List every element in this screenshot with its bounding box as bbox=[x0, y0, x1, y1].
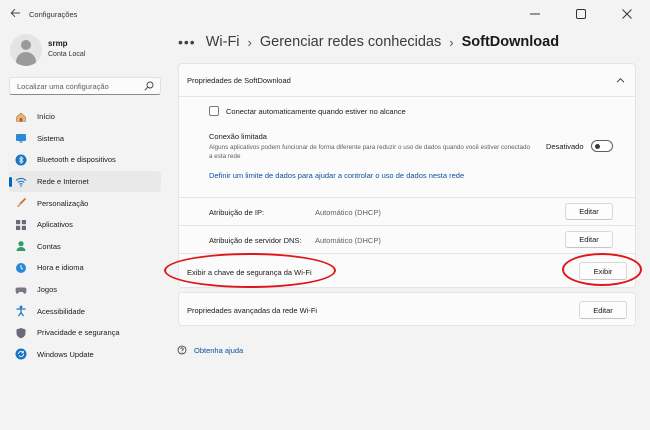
get-help-link[interactable]: Obtenha ajuda bbox=[177, 345, 243, 355]
page-title: SoftDownload bbox=[461, 34, 560, 50]
help-icon bbox=[177, 345, 187, 355]
maximize-button[interactable] bbox=[558, 0, 604, 28]
close-button[interactable] bbox=[604, 0, 650, 28]
sidebar-item-inicio[interactable]: Início bbox=[9, 106, 161, 128]
sidebar-item-label: Acessibilidade bbox=[37, 306, 85, 316]
metered-connection-title: Conexão limitada bbox=[209, 132, 267, 141]
sidebar-item-acessibilidade[interactable]: Acessibilidade bbox=[9, 300, 161, 322]
update-icon bbox=[15, 348, 27, 360]
edit-dns-button[interactable]: Editar bbox=[565, 231, 613, 248]
security-key-label: Exibir a chave de segurança da Wi-Fi bbox=[187, 268, 312, 277]
brush-icon bbox=[15, 197, 27, 209]
sidebar-item-label: Contas bbox=[37, 241, 61, 251]
globe-clock-icon bbox=[15, 262, 27, 274]
sidebar-item-contas[interactable]: Contas bbox=[9, 236, 161, 258]
breadcrumb-item-known-networks[interactable]: Gerenciar redes conhecidas bbox=[260, 34, 441, 50]
sidebar-item-privacidade[interactable]: Privacidade e segurança bbox=[9, 322, 161, 344]
auto-connect-checkbox[interactable] bbox=[209, 106, 219, 116]
chevron-up-icon bbox=[616, 78, 625, 83]
accessibility-icon bbox=[15, 305, 27, 317]
sidebar-item-bluetooth[interactable]: Bluetooth e dispositivos bbox=[9, 149, 161, 171]
metered-connection-toggle[interactable] bbox=[591, 140, 613, 152]
search-input[interactable]: Localizar uma configuração bbox=[9, 77, 161, 95]
edit-ip-button[interactable]: Editar bbox=[565, 203, 613, 220]
settings-window: Configurações srmp Conta Local Localizar… bbox=[0, 0, 650, 430]
back-arrow-icon bbox=[9, 8, 20, 18]
avatar bbox=[10, 34, 42, 66]
sidebar-item-jogos[interactable]: Jogos bbox=[9, 279, 161, 301]
search-icon bbox=[144, 81, 154, 91]
edit-advanced-button[interactable]: Editar bbox=[579, 301, 627, 319]
network-properties-card: Propriedades de SoftDownload Conectar au… bbox=[178, 63, 636, 288]
sidebar-item-label: Hora e idioma bbox=[37, 263, 84, 273]
sidebar-item-label: Aplicativos bbox=[37, 220, 73, 230]
chevron-right-icon: › bbox=[247, 34, 252, 50]
sidebar-item-rede-internet[interactable]: Rede e Internet bbox=[9, 170, 161, 193]
chevron-right-icon: › bbox=[449, 34, 454, 50]
sidebar-item-label: Sistema bbox=[37, 133, 65, 143]
breadcrumb: ••• Wi-Fi › Gerenciar redes conhecidas ›… bbox=[178, 32, 559, 52]
minimize-button[interactable] bbox=[512, 0, 558, 28]
window-controls bbox=[512, 0, 650, 28]
ip-assignment-row: Atribuição de IP: Automático (DHCP) Edit… bbox=[179, 197, 635, 225]
security-key-row: Exibir a chave de segurança da Wi-Fi Exi… bbox=[179, 253, 635, 289]
toggle-knob bbox=[594, 143, 600, 149]
auto-connect-row: Conectar automaticamente quando estiver … bbox=[209, 106, 406, 116]
data-limit-link[interactable]: Definir um limite de dados para ajudar a… bbox=[209, 171, 464, 180]
apps-icon bbox=[15, 219, 27, 231]
advanced-properties-label: Propriedades avançadas da rede Wi-Fi bbox=[187, 306, 318, 315]
gamepad-icon bbox=[15, 284, 27, 296]
sidebar-item-label: Personalização bbox=[37, 198, 89, 208]
sidebar-item-label: Windows Update bbox=[37, 349, 94, 359]
bluetooth-icon bbox=[15, 154, 27, 166]
title-bar: Configurações bbox=[0, 0, 650, 28]
dns-assignment-row: Atribuição de servidor DNS: Automático (… bbox=[179, 225, 635, 253]
sidebar-item-label: Bluetooth e dispositivos bbox=[37, 155, 116, 165]
properties-title: Propriedades de SoftDownload bbox=[187, 76, 291, 85]
ip-assignment-label: Atribuição de IP: bbox=[209, 208, 265, 217]
profile-name: srmp bbox=[48, 39, 68, 48]
auto-connect-label: Conectar automaticamente quando estiver … bbox=[226, 106, 406, 116]
sidebar-item-label: Início bbox=[37, 112, 55, 122]
sidebar-item-personalizacao[interactable]: Personalização bbox=[9, 192, 161, 214]
sidebar-item-windows-update[interactable]: Windows Update bbox=[9, 344, 161, 366]
profile-account-type: Conta Local bbox=[48, 51, 86, 58]
search-placeholder: Localizar uma configuração bbox=[17, 82, 109, 91]
ip-assignment-value: Automático (DHCP) bbox=[315, 208, 381, 217]
properties-header[interactable]: Propriedades de SoftDownload bbox=[179, 64, 635, 97]
sidebar-item-label: Privacidade e segurança bbox=[37, 328, 120, 338]
sidebar-item-aplicativos[interactable]: Aplicativos bbox=[9, 214, 161, 236]
sidebar-item-sistema[interactable]: Sistema bbox=[9, 128, 161, 150]
person-icon bbox=[15, 240, 27, 252]
system-icon bbox=[15, 132, 27, 144]
back-button[interactable] bbox=[8, 8, 22, 20]
dns-assignment-label: Atribuição de servidor DNS: bbox=[209, 236, 302, 245]
get-help-label: Obtenha ajuda bbox=[194, 345, 244, 355]
sidebar-item-label: Jogos bbox=[37, 285, 58, 295]
wifi-icon bbox=[15, 176, 27, 188]
shield-icon bbox=[15, 327, 27, 339]
breadcrumb-overflow-button[interactable]: ••• bbox=[178, 34, 196, 50]
window-title: Configurações bbox=[29, 10, 78, 19]
user-profile[interactable]: srmp Conta Local bbox=[10, 34, 170, 68]
advanced-properties-card: Propriedades avançadas da rede Wi-Fi Edi… bbox=[178, 292, 636, 326]
metered-connection-description: Alguns aplicativos podem funcionar de fo… bbox=[209, 144, 530, 160]
minimize-icon bbox=[530, 13, 540, 15]
sidebar-nav: Início Sistema Bluetooth e dispositivos … bbox=[9, 106, 161, 365]
sidebar-item-hora-idioma[interactable]: Hora e idioma bbox=[9, 257, 161, 279]
show-security-key-button[interactable]: Exibir bbox=[579, 262, 627, 280]
home-icon bbox=[15, 111, 27, 123]
breadcrumb-item-wifi[interactable]: Wi-Fi bbox=[206, 34, 240, 50]
metered-toggle-label: Desativado bbox=[546, 142, 584, 151]
close-icon bbox=[622, 9, 632, 19]
dns-assignment-value: Automático (DHCP) bbox=[315, 236, 381, 245]
maximize-icon bbox=[576, 9, 586, 19]
sidebar-item-label: Rede e Internet bbox=[37, 177, 89, 187]
selected-indicator bbox=[9, 176, 12, 187]
